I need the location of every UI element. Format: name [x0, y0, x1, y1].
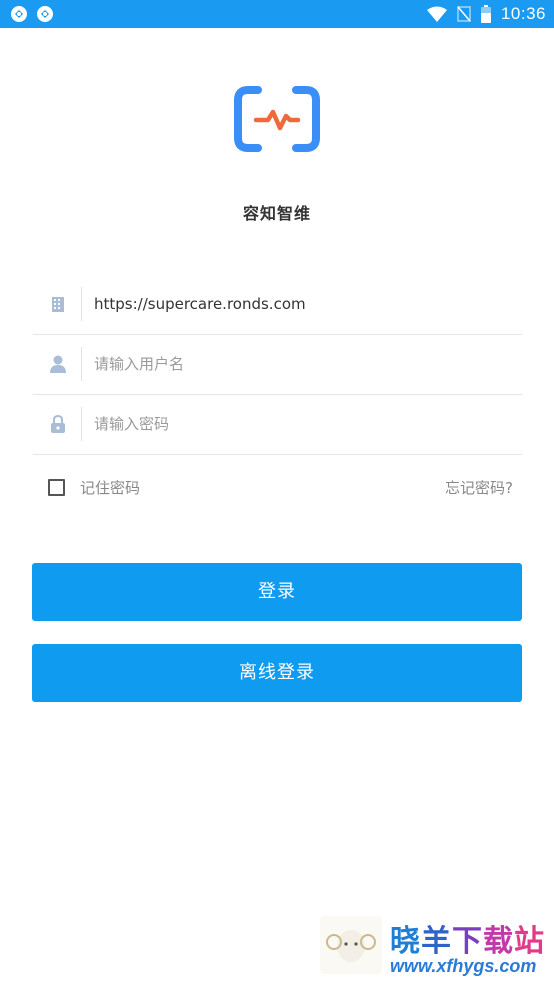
- watermark-char: 站: [514, 924, 545, 959]
- watermark-char: 羊: [421, 924, 452, 959]
- login-button[interactable]: 登录: [32, 563, 522, 621]
- remember-password-checkbox[interactable]: [48, 479, 65, 496]
- watermark-title: 晓羊下载站: [390, 916, 545, 960]
- status-bar: 10:36: [0, 0, 554, 28]
- field-divider: [81, 287, 82, 321]
- status-bar-right: 10:36: [426, 4, 546, 24]
- username-field: [33, 334, 522, 395]
- remember-password-label[interactable]: 记住密码: [80, 477, 140, 498]
- sheep-icon: [326, 930, 376, 962]
- building-icon: [52, 297, 64, 312]
- field-divider: [81, 407, 82, 441]
- sync-icon: [37, 6, 53, 22]
- lock-icon: [51, 414, 65, 433]
- app-name: 容知智维: [242, 204, 311, 223]
- battery-icon: [480, 5, 491, 23]
- forgot-password-link[interactable]: 忘记密码?: [445, 477, 513, 498]
- watermark-char: 晓: [390, 924, 421, 959]
- status-time: 10:36: [500, 4, 546, 23]
- username-input[interactable]: [94, 346, 504, 382]
- remember-row: 记住密码 忘记密码?: [33, 470, 522, 504]
- offline-login-button[interactable]: 离线登录: [32, 644, 522, 702]
- sheep-logo: [320, 916, 382, 974]
- watermark-char: 载: [483, 924, 514, 959]
- watermark-url: www.xfhygs.com: [390, 956, 537, 976]
- sync-icon: [11, 6, 27, 22]
- field-divider: [81, 347, 82, 381]
- no-signal-icon: [457, 6, 471, 22]
- password-field: [33, 394, 522, 455]
- user-icon: [50, 355, 66, 373]
- heartbeat-bracket-logo: [234, 86, 320, 152]
- server-url-input[interactable]: [94, 286, 504, 322]
- server-field: [33, 274, 522, 335]
- app-logo: [234, 86, 320, 152]
- watermark: 晓羊下载站 www.xfhygs.com: [320, 910, 550, 980]
- password-input[interactable]: [94, 406, 504, 442]
- wifi-icon: [426, 6, 447, 22]
- watermark-char: 下: [452, 924, 483, 959]
- status-bar-left: [10, 5, 54, 23]
